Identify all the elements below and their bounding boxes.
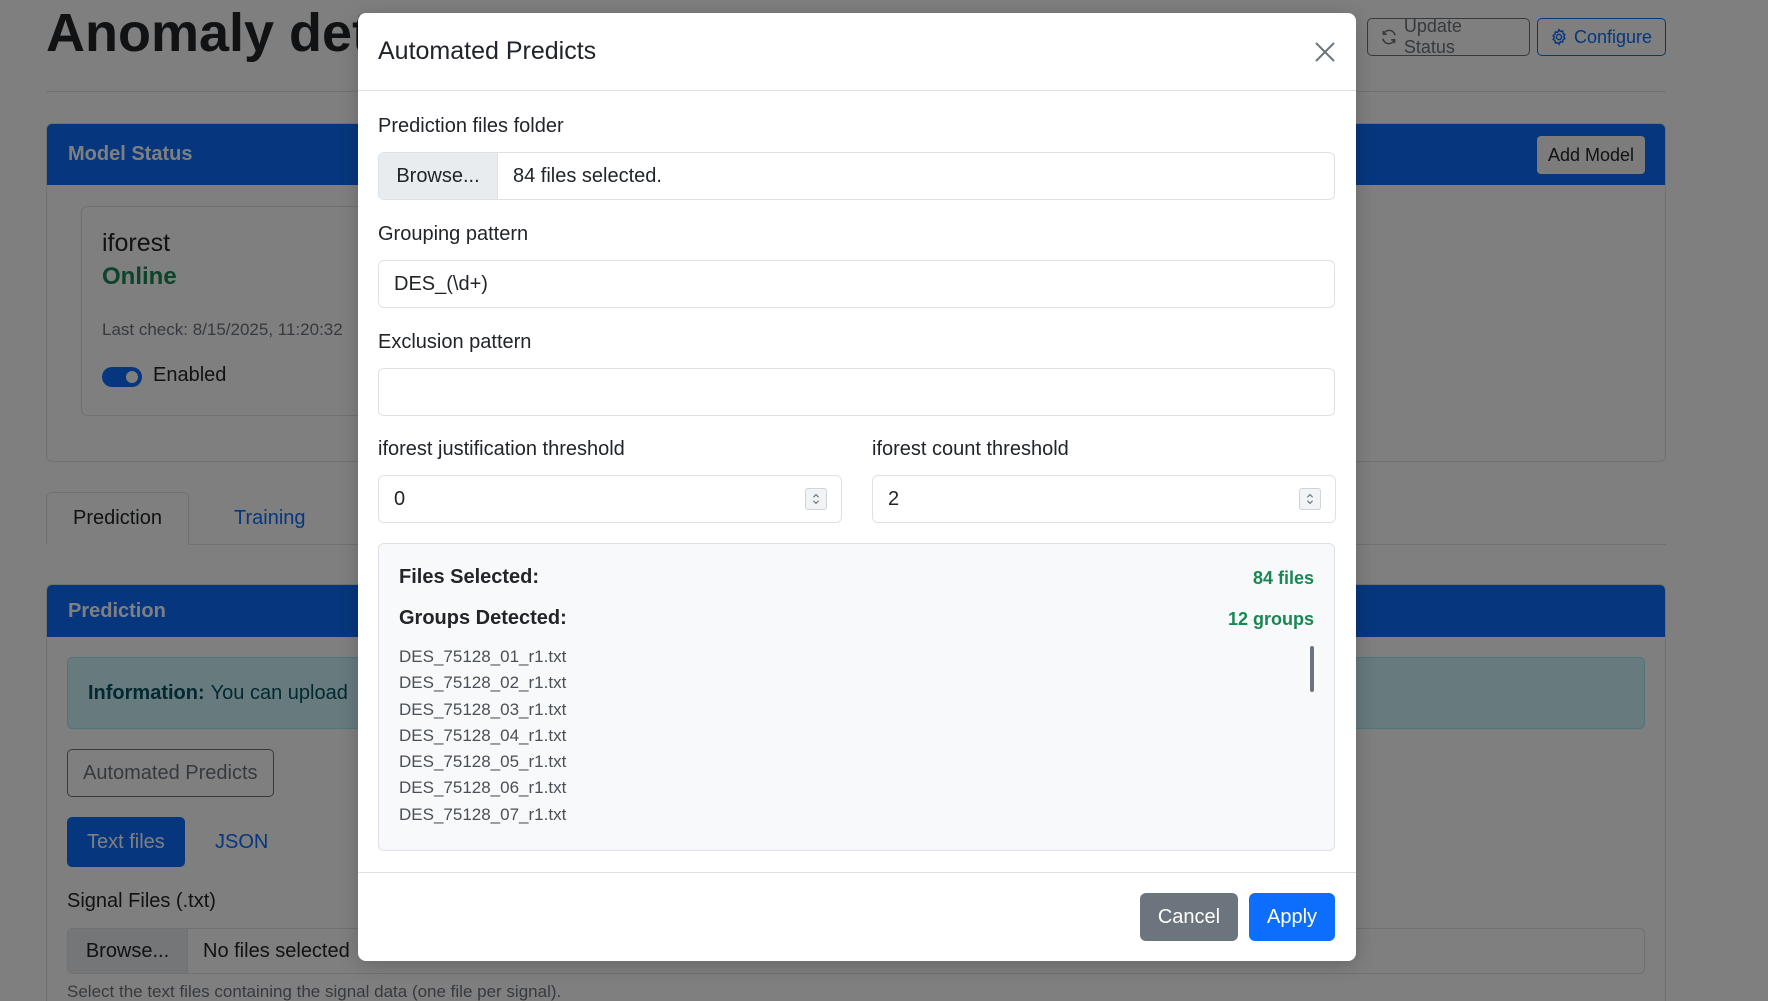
- justification-threshold-value: 0: [394, 487, 406, 510]
- automated-predicts-modal: Automated Predicts Prediction files fold…: [358, 13, 1356, 961]
- folder-label: Prediction files folder: [378, 115, 564, 137]
- count-threshold-input[interactable]: 2: [872, 475, 1336, 523]
- apply-button[interactable]: Apply: [1249, 893, 1335, 941]
- list-item: DES_75128_07_r1.txt: [399, 804, 567, 824]
- count-threshold-label: iforest count threshold: [872, 438, 1069, 460]
- exclusion-pattern-input[interactable]: [378, 368, 1335, 416]
- close-button[interactable]: [1308, 35, 1342, 69]
- cancel-button[interactable]: Cancel: [1140, 893, 1238, 941]
- grouping-pattern-input[interactable]: DES_(\d+): [378, 260, 1335, 308]
- folder-browse-button[interactable]: Browse...: [379, 153, 498, 199]
- folder-input[interactable]: Browse... 84 files selected.: [378, 152, 1335, 200]
- spinner-arrows-icon: [1306, 493, 1314, 505]
- list-item: DES_75128_04_r1.txt: [399, 725, 567, 745]
- groups-detected-value: 12 groups: [1227, 609, 1314, 629]
- justification-threshold-input[interactable]: 0: [378, 475, 842, 523]
- exclusion-label: Exclusion pattern: [378, 331, 532, 353]
- list-item: DES_75128_02_r1.txt: [399, 673, 567, 693]
- list-item: DES_75128_05_r1.txt: [399, 752, 567, 772]
- selection-summary: Files Selected: 84 files Groups Detected…: [378, 543, 1335, 851]
- list-item: DES_75128_01_r1.txt: [399, 647, 567, 666]
- count-threshold-value: 2: [888, 487, 900, 510]
- modal-footer: Cancel Apply: [358, 872, 1356, 961]
- spinner-arrows-icon: [812, 493, 820, 505]
- file-list: DES_75128_01_r1.txt DES_75128_02_r1.txt …: [399, 644, 1299, 828]
- justification-threshold-label: iforest justification threshold: [378, 438, 625, 460]
- list-item: DES_75128_06_r1.txt: [399, 778, 567, 798]
- modal-title: Automated Predicts: [378, 37, 597, 65]
- files-selected-value: 84 files: [1252, 568, 1314, 588]
- count-spinner[interactable]: [1299, 488, 1321, 510]
- close-icon: [1315, 42, 1335, 62]
- groups-detected-label: Groups Detected:: [399, 607, 567, 629]
- grouping-label: Grouping pattern: [378, 223, 529, 245]
- modal-header: Automated Predicts: [358, 13, 1356, 91]
- file-list-scrollbar[interactable]: [1310, 646, 1314, 692]
- files-selected-label: Files Selected:: [399, 566, 540, 588]
- list-item: DES_75128_03_r1.txt: [399, 699, 567, 719]
- folder-value: 84 files selected.: [513, 164, 662, 187]
- justification-spinner[interactable]: [805, 488, 827, 510]
